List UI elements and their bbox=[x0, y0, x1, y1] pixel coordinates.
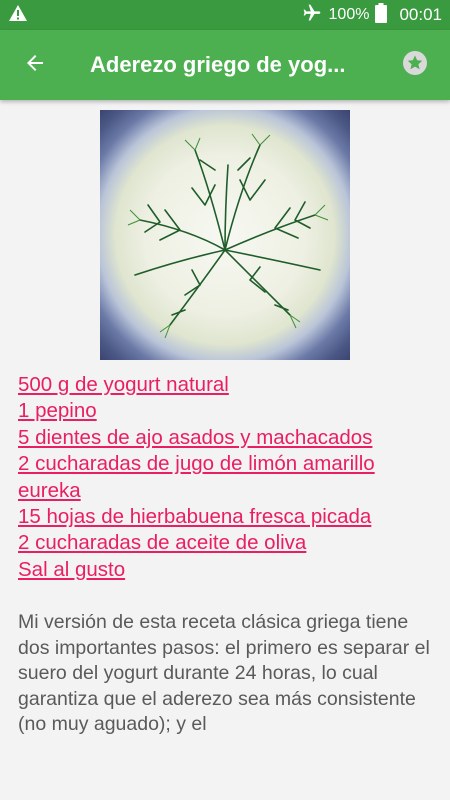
warning-icon bbox=[8, 4, 28, 27]
back-button[interactable] bbox=[0, 30, 70, 100]
star-icon bbox=[402, 50, 428, 81]
airplane-mode-icon bbox=[301, 3, 323, 28]
ingredient-link[interactable]: 2 cucharadas de jugo de limón amarillo e… bbox=[18, 451, 438, 504]
arrow-left-icon bbox=[23, 51, 47, 80]
app-bar: Aderezo griego de yog... bbox=[0, 30, 450, 100]
ingredient-link[interactable]: 5 dientes de ajo asados y machacados bbox=[18, 425, 438, 451]
status-bar: 100% 00:01 bbox=[0, 0, 450, 30]
page-title: Aderezo griego de yog... bbox=[90, 52, 346, 77]
ingredient-link[interactable]: 15 hojas de hierbabuena fresca picada bbox=[18, 504, 438, 530]
ingredient-link[interactable]: 1 pepino bbox=[18, 398, 438, 424]
battery-icon bbox=[375, 2, 388, 28]
battery-percentage: 100% bbox=[328, 6, 370, 23]
recipe-description: Mi versión de esta receta clásica griega… bbox=[18, 611, 430, 736]
favorite-button[interactable] bbox=[380, 30, 450, 100]
ingredient-link[interactable]: 500 g de yogurt natural bbox=[18, 372, 438, 398]
ingredient-list: 500 g de yogurt natural 1 pepino 5 dient… bbox=[18, 372, 438, 583]
ingredient-link[interactable]: Sal al gusto bbox=[18, 557, 438, 583]
recipe-content: 500 g de yogurt natural 1 pepino 5 dient… bbox=[0, 100, 450, 800]
ingredient-link[interactable]: 2 cucharadas de aceite de oliva bbox=[18, 530, 438, 556]
clock: 00:01 bbox=[399, 5, 442, 24]
recipe-image bbox=[100, 110, 350, 360]
